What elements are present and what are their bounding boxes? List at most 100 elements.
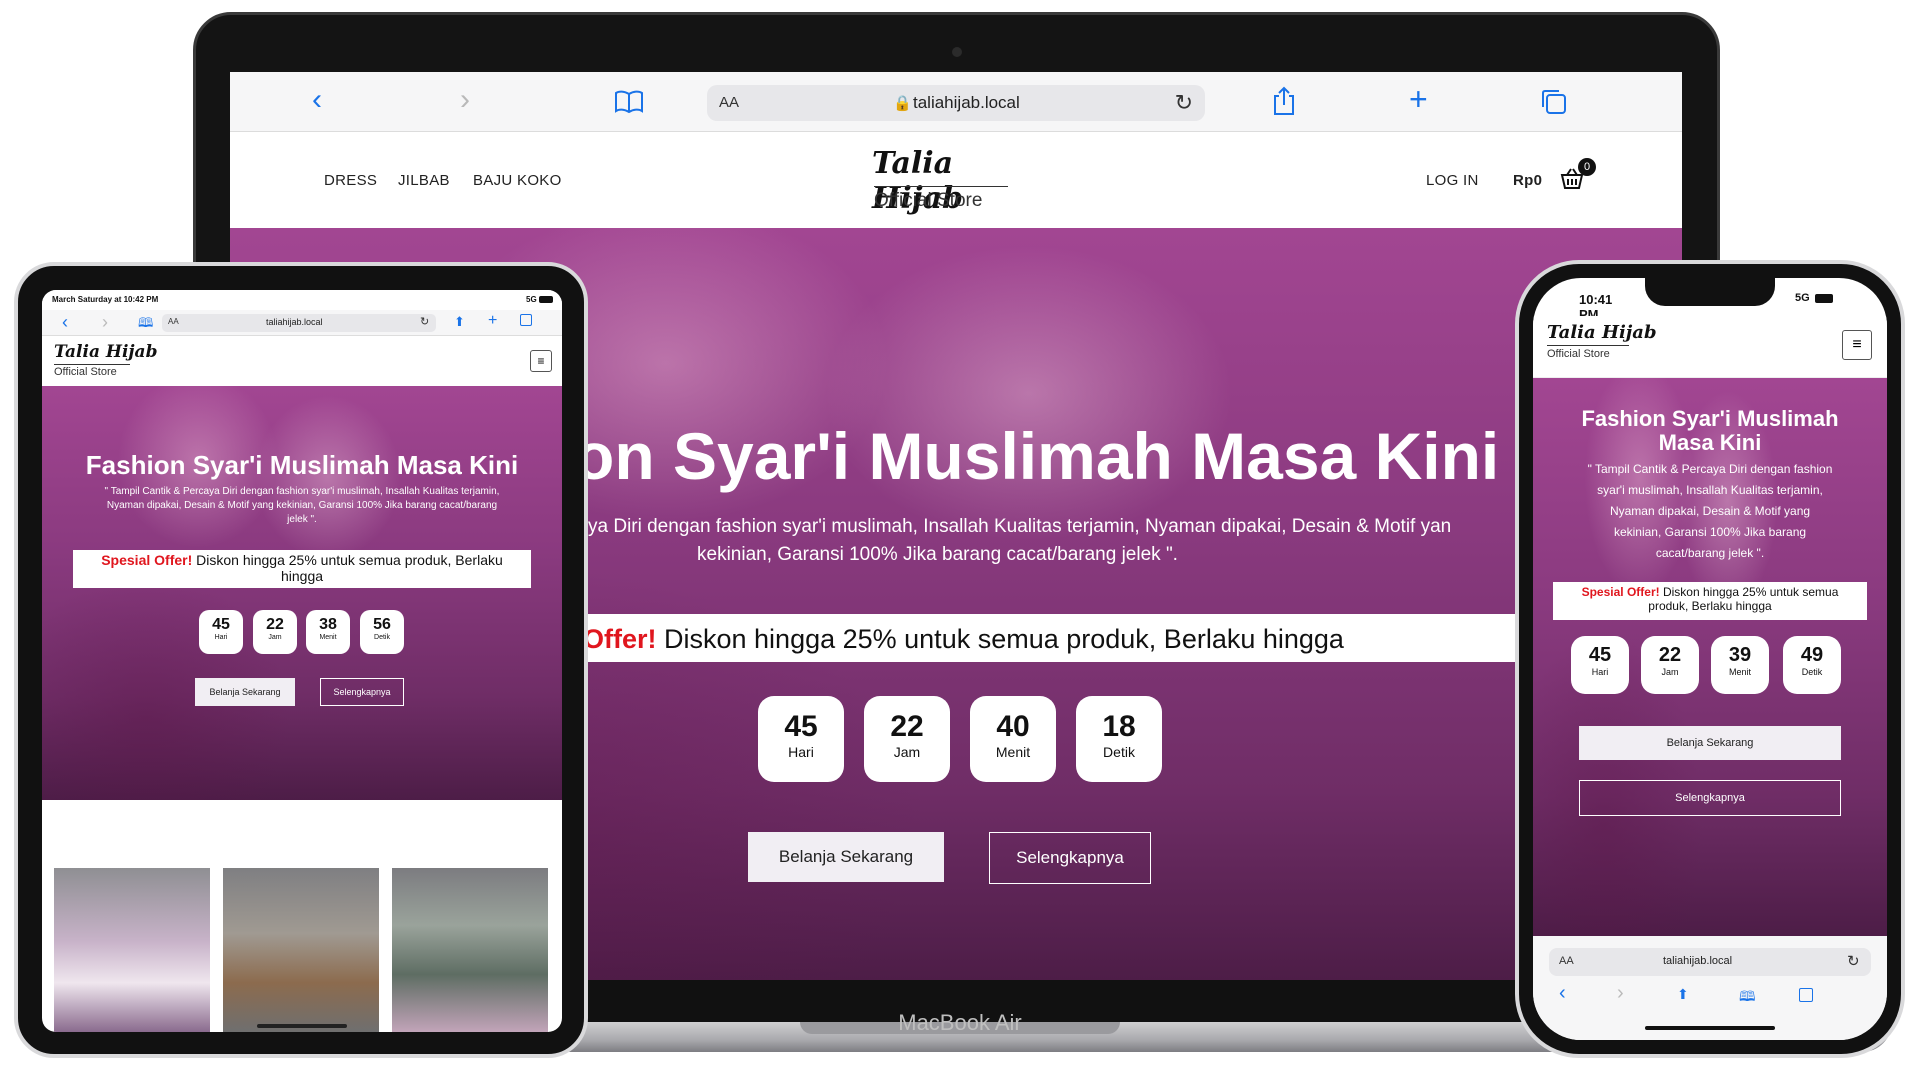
logo-divider	[874, 186, 1008, 187]
tablet-hero-section: Fashion Syar'i Muslimah Masa Kini " Tamp…	[42, 386, 562, 800]
nav-dress[interactable]: DRESS	[324, 172, 377, 189]
tablet-countdown-seconds: 56 Detik	[360, 610, 404, 654]
phone-countdown-days-value: 45	[1588, 644, 1612, 666]
tablet-bookmarks-icon[interactable]: 🕮	[138, 314, 153, 336]
login-link[interactable]: LOG IN	[1426, 172, 1479, 189]
phone-reload-icon[interactable]: ↻	[1847, 952, 1860, 970]
tablet-share-icon[interactable]: ⬆	[454, 314, 465, 330]
tablet-hero-subtitle-2: Nyaman dipakai, Desain & Motif yang keki…	[106, 500, 498, 511]
countdown-seconds-label: Detik	[1103, 744, 1135, 760]
phone-home-indicator	[1645, 1026, 1775, 1030]
tablet-menu-icon[interactable]: ≡	[530, 350, 552, 372]
tablet-forward-icon[interactable]: ›	[102, 312, 108, 333]
phone-learn-more-button[interactable]: Selengkapnya	[1579, 780, 1841, 816]
phone-tabs-icon[interactable]	[1799, 988, 1813, 1002]
share-icon[interactable]	[1271, 86, 1297, 116]
phone-hero-subtitle-3: Nyaman dipakai, Desain & Motif yang	[1609, 504, 1811, 518]
tablet-hero-title: Fashion Syar'i Muslimah Masa Kini	[85, 450, 519, 480]
countdown-minutes-value: 40	[996, 710, 1030, 743]
phone-countdown-days-label: Hari	[1591, 667, 1609, 677]
phone-url-bar[interactable]: AA taliahijab.local ↻	[1549, 948, 1871, 976]
tabs-icon[interactable]	[1540, 88, 1568, 116]
tablet-hero-subtitle-1: " Tampil Cantik & Percaya Diri dengan fa…	[104, 486, 500, 497]
phone-bookmarks-icon[interactable]: 🕮	[1739, 986, 1756, 1010]
laptop-camera	[952, 47, 962, 57]
phone-screen: 10:41 PM 5G Talia Hijab Official Store ≡…	[1533, 278, 1887, 1040]
tablet-product-image-3[interactable]	[392, 868, 548, 1032]
phone-countdown-days: 45 Hari	[1571, 636, 1629, 694]
browser-toolbar: ‹ › AA 🔒 taliahijab.local ↻ +	[230, 72, 1682, 132]
countdown-seconds-value: 18	[1102, 710, 1136, 743]
cart-total[interactable]: Rp0	[1513, 172, 1542, 189]
shop-now-button[interactable]: Belanja Sekarang	[748, 832, 944, 882]
phone-logo-divider	[1547, 345, 1629, 346]
tablet-browser-toolbar: ‹ › 🕮 AA taliahijab.local ↻ ⬆ +	[42, 310, 562, 336]
phone-hero-title-2: Masa Kini	[1658, 430, 1762, 455]
tablet-tabs-icon[interactable]	[520, 314, 532, 326]
hero-subtitle-2: kekinian, Garansi 100% Jika barang cacat…	[697, 544, 1178, 565]
laptop-brand-label: MacBook Air	[898, 1010, 1022, 1035]
tablet-logo-name[interactable]: Talia Hijab	[54, 342, 157, 362]
tablet-back-icon[interactable]: ‹	[62, 312, 68, 333]
phone-share-icon[interactable]: ⬆	[1677, 986, 1689, 1003]
reader-mode-button[interactable]: AA	[719, 94, 739, 111]
offer-banner: Offer! Diskon hingga 25% untuk semua pro…	[575, 614, 1607, 662]
phone-battery-icon	[1815, 294, 1833, 303]
hero-title: on Syar'i Muslimah Masa Kini	[574, 419, 1500, 493]
new-tab-icon[interactable]: +	[1409, 83, 1428, 115]
phone-status-network: 5G	[1795, 292, 1810, 304]
tablet-countdown-days: 45 Hari	[199, 610, 243, 654]
tablet-countdown-hours-label: Jam	[268, 634, 282, 641]
phone-back-icon[interactable]: ‹	[1559, 982, 1566, 1005]
phone-hero-subtitle-5: cacat/barang jelek ".	[1655, 546, 1765, 560]
tablet-countdown-seconds-value: 56	[373, 616, 391, 633]
back-icon[interactable]: ‹	[312, 85, 322, 115]
phone-offer-label: Spesial Offer!	[1581, 585, 1660, 599]
tablet-product-image-2[interactable]	[223, 868, 379, 1032]
tablet-product-image-1[interactable]	[54, 868, 210, 1032]
phone-offer-text-2: produk, Berlaku hingga	[1648, 599, 1772, 613]
nav-jilbab[interactable]: JILBAB	[398, 172, 450, 189]
phone-offer-text: Diskon hingga 25% untuk semua	[1659, 585, 1839, 599]
tablet-reader-button[interactable]: AA	[168, 317, 179, 326]
tablet-battery-icon	[539, 296, 553, 303]
phone-hero-title-1: Fashion Syar'i Muslimah	[1581, 406, 1839, 431]
offer-label: Offer!	[583, 624, 657, 654]
cart-count-badge: 0	[1578, 158, 1596, 176]
tablet-countdown-days-value: 45	[212, 616, 230, 633]
phone-reader-button[interactable]: AA	[1559, 955, 1574, 967]
hero-subtitle-1: ya Diri dengan fashion syar'i muslimah, …	[588, 516, 1452, 537]
phone-hero-subtitle-2: syar'i muslimah, Insallah Kualitas terja…	[1597, 483, 1823, 497]
tablet-status-bar: March Saturday at 10:42 PM 5G	[42, 290, 562, 310]
phone-forward-icon[interactable]: ›	[1617, 982, 1624, 1005]
tablet-offer-banner: Spesial Offer! Diskon hingga 25% untuk s…	[73, 550, 531, 588]
tablet-shop-now-button[interactable]: Belanja Sekarang	[195, 678, 295, 706]
tablet-countdown-minutes-value: 38	[319, 616, 337, 633]
tablet-reload-icon[interactable]: ↻	[420, 315, 429, 328]
tablet-new-tab-icon[interactable]: +	[488, 312, 497, 330]
tablet-site-header: Talia Hijab Official Store ≡	[42, 336, 562, 386]
learn-more-button[interactable]: Selengkapnya	[989, 832, 1151, 884]
tablet-url-bar[interactable]: AA taliahijab.local ↻	[162, 314, 436, 332]
tablet-learn-more-button[interactable]: Selengkapnya	[320, 678, 404, 706]
url-bar[interactable]: AA 🔒 taliahijab.local ↻	[707, 85, 1205, 121]
nav-baju-koko[interactable]: BAJU KOKO	[473, 172, 562, 189]
site-logo[interactable]: Talia Hijab Official Store	[870, 140, 1050, 220]
countdown-hours-value: 22	[890, 710, 924, 743]
phone-logo-name[interactable]: Talia Hijab	[1547, 322, 1657, 343]
tablet-countdown-seconds-label: Detik	[374, 634, 390, 641]
reload-icon[interactable]: ↻	[1175, 90, 1193, 116]
tablet-hero-subtitle-3: jelek ".	[287, 514, 317, 525]
tablet-countdown-hours-value: 22	[266, 616, 284, 633]
bookmarks-icon[interactable]	[614, 90, 644, 114]
phone-shop-now-button[interactable]: Belanja Sekarang	[1579, 726, 1841, 760]
phone-url-text: taliahijab.local	[1663, 955, 1733, 967]
forward-icon[interactable]: ›	[460, 85, 470, 115]
phone-countdown-hours: 22 Jam	[1641, 636, 1699, 694]
tablet-url-text: taliahijab.local	[266, 317, 323, 327]
tablet-screen: March Saturday at 10:42 PM 5G ‹ › 🕮 AA t…	[42, 290, 562, 1032]
phone-countdown-minutes-label: Menit	[1728, 667, 1751, 677]
tablet-status-time: March Saturday at 10:42 PM	[52, 295, 159, 304]
phone-menu-icon[interactable]: ≡	[1842, 330, 1872, 360]
countdown-hours-label: Jam	[893, 744, 921, 760]
